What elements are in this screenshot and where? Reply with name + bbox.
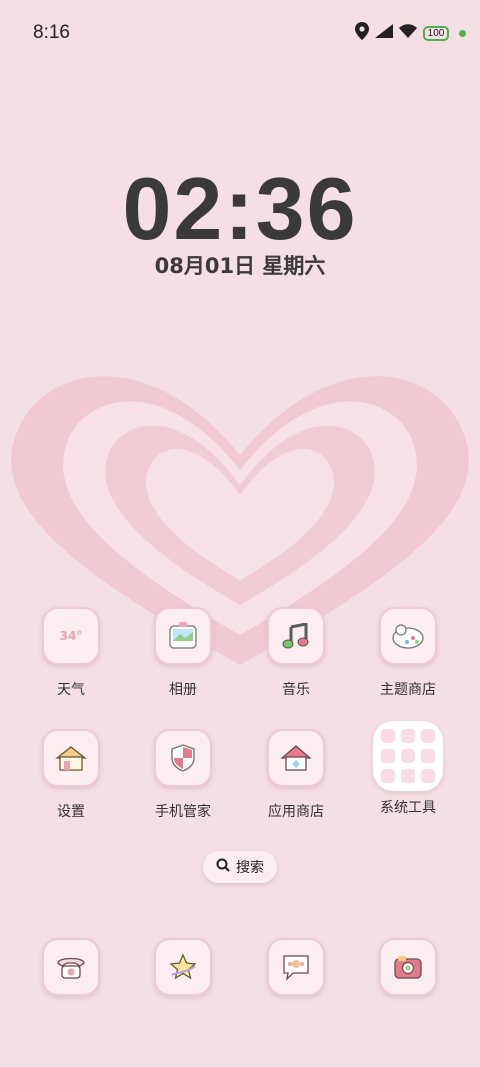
app-theme-store[interactable]: 主题商店 [358,607,458,699]
app-label: 系统工具 [380,800,436,816]
star-icon [154,938,212,996]
app-label: 应用商店 [268,804,324,820]
app-app-store[interactable]: 应用商店 [246,729,346,821]
phone-icon [42,938,100,996]
lock-clock-time[interactable]: 02:36 [0,158,480,260]
status-icons: 100 [355,22,466,45]
app-label: 主题商店 [380,682,436,698]
weather-icon: 34° [42,607,100,665]
app-phone-manager[interactable]: 手机管家 [133,729,233,821]
search-button[interactable]: 搜索 [203,851,277,883]
charging-dot-icon [459,30,466,37]
app-settings[interactable]: 设置 [21,729,121,821]
folder-icon [373,721,443,791]
app-system-tools[interactable]: 系统工具 [358,721,458,817]
album-icon [154,607,212,665]
app-weather[interactable]: 34° 天气 [21,607,121,699]
app-music[interactable]: 音乐 [246,607,346,699]
dock-messages[interactable] [246,938,346,996]
dock-camera[interactable] [358,938,458,996]
app-store-icon [267,729,325,787]
wifi-icon [399,24,417,43]
battery-icon: 100 [423,26,449,41]
app-album[interactable]: 相册 [133,607,233,699]
shield-icon [154,729,212,787]
location-icon [355,22,369,45]
music-icon [267,607,325,665]
message-icon [267,938,325,996]
app-label: 天气 [57,682,85,698]
app-label: 设置 [57,804,85,820]
battery-level: 100 [427,28,445,39]
status-bar: 8:16 100 [0,0,480,68]
app-label: 相册 [169,682,197,698]
weather-temp: 34° [59,629,83,643]
signal-icon [375,24,393,43]
search-icon [216,858,230,876]
status-time: 8:16 [33,22,70,43]
search-label: 搜索 [236,860,264,876]
settings-icon [42,729,100,787]
dock-browser[interactable] [133,938,233,996]
dock-phone[interactable] [21,938,121,996]
app-label: 手机管家 [155,804,211,820]
camera-icon [379,938,437,996]
theme-store-icon [379,607,437,665]
app-label: 音乐 [282,682,310,698]
lock-clock-date: 08月01日 星期六 [154,254,326,278]
